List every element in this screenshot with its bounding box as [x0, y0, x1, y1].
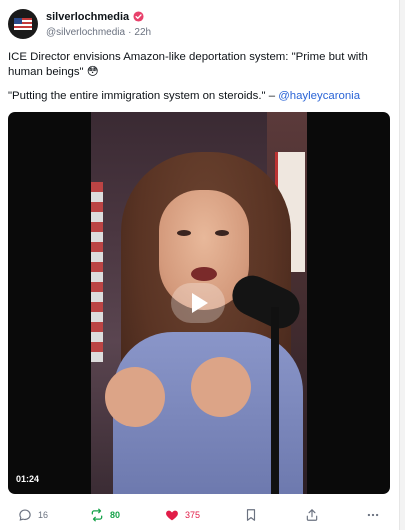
microphone-arm	[271, 307, 279, 494]
display-name[interactable]: silverlochmedia	[46, 11, 129, 23]
speaker-eye-right	[215, 230, 229, 236]
repost-button[interactable]: 80	[90, 504, 120, 526]
mention-link[interactable]: @hayleycaronia	[278, 90, 360, 102]
author-block: silverlochmedia @silverlochmedia · 22h	[46, 10, 151, 39]
quote-text: "Putting the entire immigration system o…	[8, 90, 279, 102]
speaker-eye-left	[177, 230, 191, 236]
post-text-line: ICE Director envisions Amazon-like depor…	[8, 51, 368, 78]
video-player[interactable]: 01:24	[8, 112, 390, 494]
post-card: silverlochmedia @silverlochmedia · 22h I…	[0, 0, 400, 530]
repost-count: 80	[110, 510, 121, 520]
more-icon	[367, 513, 379, 517]
reply-button[interactable]: 16	[18, 504, 48, 526]
heart-icon	[166, 510, 178, 521]
like-count: 375	[185, 510, 201, 520]
speaker-hand-right	[191, 357, 251, 417]
verified-badge-icon	[133, 11, 144, 22]
bookmark-button[interactable]	[244, 504, 258, 526]
speaker-mouth	[191, 267, 217, 281]
share-button[interactable]	[305, 504, 319, 526]
flag-canton	[14, 18, 22, 24]
name-row: silverlochmedia	[46, 10, 151, 23]
post-header: silverlochmedia @silverlochmedia · 22h	[8, 9, 151, 41]
reply-count: 16	[38, 510, 49, 520]
page-edge	[400, 0, 405, 530]
like-button[interactable]: 375	[165, 504, 200, 526]
video-duration: 01:24	[16, 474, 40, 484]
handle[interactable]: @silverlochmedia	[46, 27, 125, 38]
background-flag	[91, 182, 103, 362]
play-button[interactable]	[171, 283, 225, 323]
share-icon	[306, 509, 318, 521]
post-body: ICE Director envisions Amazon-like depor…	[8, 50, 393, 113]
play-icon	[192, 293, 208, 313]
timestamp[interactable]: 22h	[134, 27, 151, 38]
handle-row: @silverlochmedia · 22h	[46, 27, 151, 38]
avatar[interactable]	[8, 9, 38, 39]
separator-dot: ·	[128, 27, 132, 38]
post-quote-line: "Putting the entire immigration system o…	[8, 89, 393, 104]
bookmark-icon	[246, 509, 256, 521]
repost-icon	[91, 508, 103, 522]
action-bar: 16 80 375	[0, 504, 400, 526]
speaker-hand-left	[105, 367, 165, 427]
more-options-button[interactable]	[366, 504, 380, 526]
reply-icon	[19, 509, 31, 521]
